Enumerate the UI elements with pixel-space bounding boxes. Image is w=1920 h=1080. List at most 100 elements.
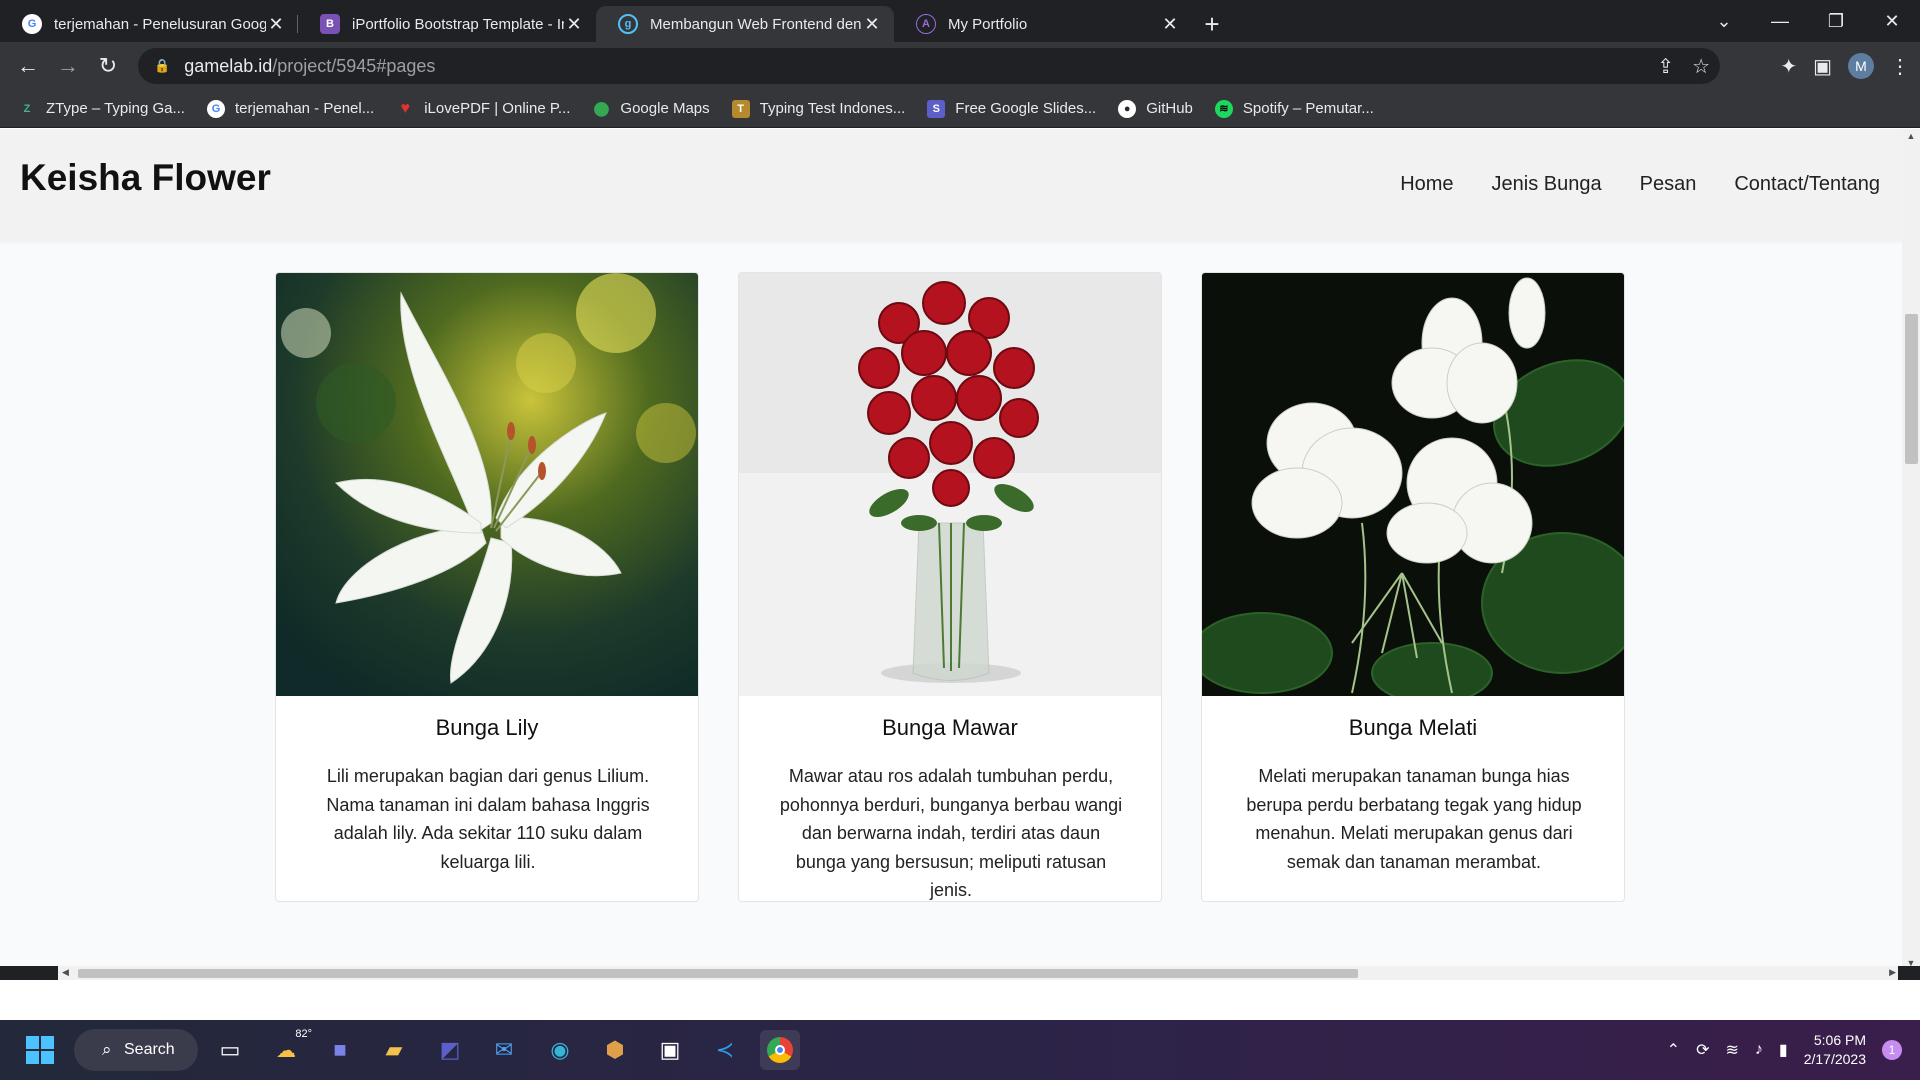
close-tab-icon[interactable]: ✕ — [564, 14, 584, 35]
taskbar-search[interactable]: ⌕ Search — [74, 1029, 198, 1071]
task-view-icon[interactable]: ▭ — [210, 1030, 250, 1070]
new-tab-icon[interactable]: + — [1192, 6, 1232, 42]
google-icon: G — [22, 14, 42, 34]
scroll-right-icon[interactable]: ▶ — [1889, 967, 1896, 978]
close-tab-icon[interactable]: ✕ — [266, 14, 286, 35]
bookmarks-bar: Z ZType – Typing Ga... Gterjemahan - Pene… — [0, 90, 1920, 128]
reload-icon[interactable]: ↻ — [88, 46, 128, 86]
google-icon: G — [206, 99, 225, 118]
horizontal-scrollbar[interactable]: ◀ ▶ — [0, 966, 1920, 980]
close-window-icon[interactable]: ✕ — [1864, 0, 1920, 42]
nav-home[interactable]: Home — [1400, 173, 1453, 196]
vertical-scrollbar[interactable]: ▲ ▼ — [1902, 129, 1920, 970]
github-icon: ● — [1118, 99, 1137, 118]
ztype-icon: Z — [23, 102, 31, 115]
vertical-scroll-thumb[interactable] — [1905, 314, 1918, 464]
scroll-left-icon[interactable]: ◀ — [62, 967, 69, 978]
browser-tab-4[interactable]: A My Portfolio ✕ — [894, 6, 1192, 42]
card-text: Melati merupakan tanaman bunga hias beru… — [1246, 766, 1582, 872]
profile-avatar[interactable]: M — [1848, 53, 1874, 79]
bookmark-label: Free Google Slides... — [955, 100, 1097, 117]
menu-kebab-icon[interactable]: ⋮ — [1890, 54, 1910, 79]
map-pin-icon: ⬤ — [593, 100, 610, 116]
tab-title: My Portfolio — [948, 15, 1028, 33]
tab-search-icon[interactable]: ⌄ — [1696, 0, 1752, 42]
tab-title: Membangun Web Frontend dengan — [650, 15, 862, 33]
window-controls: ⌄ — ❐ ✕ — [1696, 0, 1920, 42]
bookmark-google-maps[interactable]: ⬤ Google Maps — [592, 100, 710, 118]
sync-icon[interactable]: ⟳ — [1696, 1040, 1709, 1060]
whiteboard-icon[interactable]: ◩ — [430, 1030, 470, 1070]
windows-start-icon[interactable] — [20, 1030, 60, 1070]
horizontal-scroll-thumb[interactable] — [78, 969, 1358, 978]
tray-overflow-icon[interactable]: ⌃ — [1667, 1040, 1680, 1060]
typing-test-icon: T — [731, 99, 750, 118]
tab-title: terjemahan - Penelusuran Google — [54, 15, 266, 33]
browser-toolbar: ← → ↻ 🔒 gamelab.id/project/5945#pages ⇪ … — [0, 42, 1920, 90]
back-icon[interactable]: ← — [8, 46, 48, 86]
card-text: Mawar atau ros adalah tumbuhan perdu, po… — [779, 766, 1123, 900]
scroll-up-icon[interactable]: ▲ — [1902, 131, 1920, 141]
search-icon: ⌕ — [102, 1040, 112, 1059]
flower-card-lily: Bunga Lily Lili merupakan bagian dari ge… — [275, 272, 699, 902]
terminal-icon[interactable]: ▣ — [650, 1030, 690, 1070]
spotify-icon: ≋ — [1214, 99, 1233, 118]
bookmark-google-slides[interactable]: S Free Google Slides... — [927, 99, 1097, 118]
nav-jenis-bunga[interactable]: Jenis Bunga — [1492, 173, 1602, 196]
bookmark-spotify[interactable]: ≋ Spotify – Pemutar... — [1214, 99, 1374, 118]
wifi-icon[interactable]: ≋ — [1725, 1040, 1738, 1060]
restore-icon[interactable]: ❐ — [1808, 0, 1864, 42]
lily-image — [276, 273, 698, 696]
flower-card-melati: Bunga Melati Melati merupakan tanaman bu… — [1201, 272, 1625, 902]
clock-time: 5:06 PM — [1813, 1032, 1866, 1048]
vscode-icon[interactable]: ≺ — [705, 1030, 745, 1070]
nav-contact[interactable]: Contact/Tentang — [1734, 173, 1880, 196]
address-bar[interactable]: 🔒 gamelab.id/project/5945#pages ⇪ ☆ — [138, 48, 1720, 84]
browser-tab-2[interactable]: B iPortfolio Bootstrap Template - Index … — [298, 6, 596, 42]
card-text: Lili merupakan bagian dari genus Lilium.… — [326, 766, 650, 872]
weather-icon[interactable]: ☁ 82° — [266, 1028, 312, 1070]
package-app-icon[interactable]: ⬢ — [595, 1030, 635, 1070]
chrome-icon[interactable] — [760, 1030, 800, 1070]
bookmark-terjemahan[interactable]: Gterjemahan - Penel... — [206, 99, 375, 118]
nav-pesan[interactable]: Pesan — [1640, 173, 1697, 196]
teams-chat-icon[interactable]: ■ — [320, 1030, 360, 1070]
bookmark-github[interactable]: ● GitHub — [1118, 99, 1193, 118]
browser-tab-3[interactable]: g Membangun Web Frontend dengan ✕ — [596, 6, 894, 42]
volume-icon[interactable]: ♪ — [1755, 1041, 1763, 1059]
bootstrap-icon: B — [320, 14, 340, 34]
system-tray: ⌃ ⟳ ≋ ♪ ▮ 5:06 PM 2/17/2023 1 — [1667, 1020, 1902, 1080]
bookmark-label: Spotify – Pemutar... — [1242, 100, 1374, 117]
site-header: Keisha Flower Home Jenis Bunga Pesan Con… — [0, 129, 1902, 241]
edge-icon[interactable]: ◉ — [540, 1030, 580, 1070]
bookmark-label: terjemahan - Penel... — [234, 100, 375, 117]
weather-temp: 82° — [295, 1028, 312, 1040]
mail-icon[interactable]: ✉ — [484, 1030, 524, 1070]
bookmark-ztype[interactable]: Z ZType – Typing Ga... — [18, 100, 185, 118]
close-tab-icon[interactable]: ✕ — [862, 14, 882, 35]
site-nav: Home Jenis Bunga Pesan Contact/Tentang — [1400, 173, 1880, 196]
share-icon[interactable]: ⇪ — [1657, 54, 1674, 79]
side-panel-icon[interactable]: ▣ — [1813, 54, 1832, 79]
notification-badge[interactable]: 1 — [1882, 1040, 1902, 1060]
scroll-corner — [1898, 966, 1920, 980]
site-brand[interactable]: Keisha Flower — [20, 157, 271, 199]
url-path: /project/5945#pages — [272, 55, 436, 76]
lock-icon: 🔒 — [154, 58, 171, 73]
search-label: Search — [124, 1041, 175, 1058]
bookmark-star-icon[interactable]: ☆ — [1692, 54, 1710, 79]
bookmark-typing-test[interactable]: T Typing Test Indones... — [731, 99, 905, 118]
clock-date: 2/17/2023 — [1803, 1051, 1866, 1067]
file-explorer-icon[interactable]: ▰ — [374, 1030, 414, 1070]
close-tab-icon[interactable]: ✕ — [1160, 14, 1180, 35]
battery-icon[interactable]: ▮ — [1779, 1040, 1788, 1060]
bookmark-ilovepdf[interactable]: ♥ iLovePDF | Online P... — [396, 100, 570, 118]
clock[interactable]: 5:06 PM 2/17/2023 — [1804, 1031, 1866, 1069]
slides-icon: S — [927, 99, 946, 118]
card-title: Bunga Lily — [435, 715, 539, 740]
extensions-icon[interactable]: ✦ — [1780, 54, 1797, 79]
minimize-icon[interactable]: — — [1752, 0, 1808, 42]
rose-image — [739, 273, 1161, 696]
forward-icon[interactable]: → — [48, 46, 88, 86]
browser-tab-1[interactable]: G terjemahan - Penelusuran Google ✕ — [0, 6, 298, 42]
